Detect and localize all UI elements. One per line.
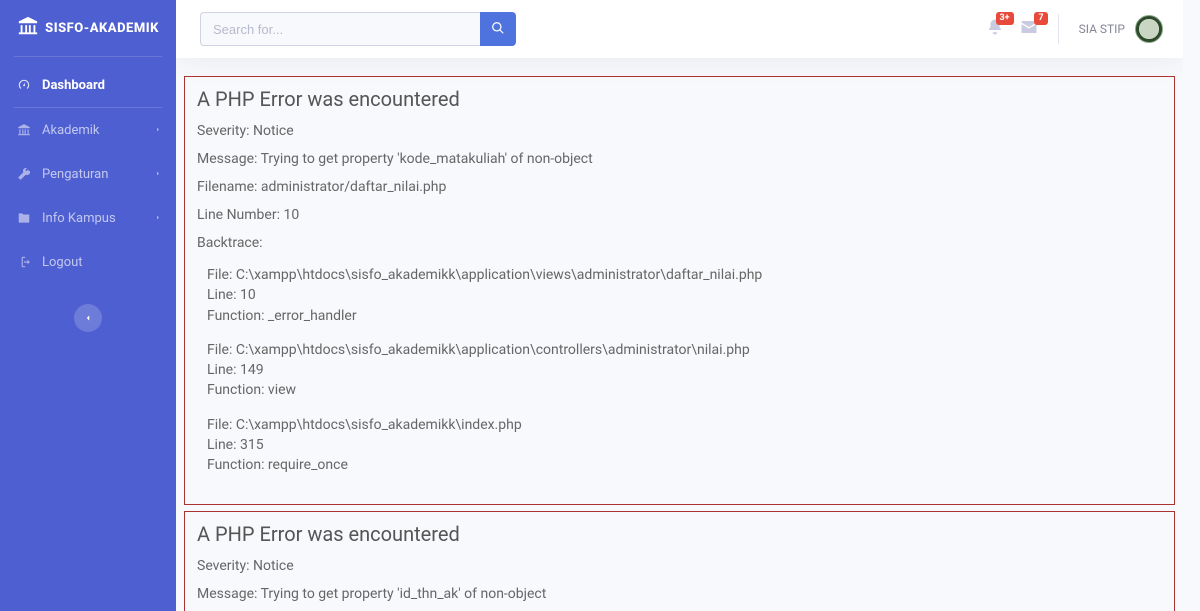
topbar: 3+ 7 SIA STIP (176, 0, 1183, 58)
backtrace-line: Line: 315 (207, 435, 1162, 455)
brand-text: SISFO-AKADEMIK (45, 21, 159, 36)
gauge-icon (16, 77, 32, 93)
sidebar-item-label: Akademik (42, 123, 100, 138)
chevron-right-icon (154, 123, 162, 138)
backtrace-func: Function: require_once (207, 455, 1162, 475)
bell-icon (986, 24, 1004, 40)
messages-button[interactable]: 7 (1020, 18, 1038, 40)
brand[interactable]: SISFO-AKADEMIK (0, 0, 176, 56)
backtrace-func: Function: view (207, 380, 1162, 400)
username: SIA STIP (1079, 22, 1125, 36)
backtrace-line: Line: 149 (207, 360, 1162, 380)
content: A PHP Error was encountered Severity: Not… (176, 58, 1183, 611)
sidebar-toggle-button[interactable] (74, 304, 102, 332)
chevron-right-icon (154, 211, 162, 226)
error-line: Line Number: 10 (197, 207, 1162, 223)
search-form (200, 12, 516, 46)
alerts-badge: 3+ (996, 12, 1014, 25)
alerts-button[interactable]: 3+ (986, 18, 1004, 40)
error-severity: Severity: Notice (197, 123, 1162, 139)
messages-badge: 7 (1034, 12, 1047, 25)
divider (1058, 14, 1059, 44)
envelope-icon (1020, 24, 1038, 40)
error-message: Message: Trying to get property 'id_thn_… (197, 586, 1162, 602)
php-error-box: A PHP Error was encountered Severity: Not… (184, 76, 1175, 505)
logout-icon (16, 254, 32, 270)
error-title: A PHP Error was encountered (197, 87, 1162, 111)
topbar-right: 3+ 7 SIA STIP (986, 14, 1163, 44)
search-input[interactable] (200, 12, 480, 46)
university-icon (16, 122, 32, 138)
backtrace-entry: File: C:\xampp\htdocs\sisfo_akademikk\ap… (197, 340, 1162, 401)
error-severity: Severity: Notice (197, 558, 1162, 574)
sidebar-item-label: Logout (42, 255, 83, 270)
error-message: Message: Trying to get property 'kode_ma… (197, 151, 1162, 167)
chevron-right-icon (154, 167, 162, 182)
sidebar-item-label: Info Kampus (42, 211, 116, 226)
backtrace-file: File: C:\xampp\htdocs\sisfo_akademikk\in… (207, 415, 1162, 435)
php-error-box: A PHP Error was encountered Severity: Not… (184, 511, 1175, 611)
backtrace-func: Function: _error_handler (207, 306, 1162, 326)
sidebar-item-pengaturan[interactable]: Pengaturan (0, 152, 176, 196)
sidebar-nav: Dashboard Akademik Pengaturan Info Kampus Lo… (0, 57, 176, 284)
university-icon (17, 15, 39, 41)
error-filename: Filename: administrator/daftar_nilai.php (197, 179, 1162, 195)
sidebar: SISFO-AKADEMIK Dashboard Akademik Pengatur… (0, 0, 176, 611)
backtrace-label: Backtrace: (197, 235, 1162, 251)
sidebar-item-label: Dashboard (42, 78, 105, 93)
error-title: A PHP Error was encountered (197, 522, 1162, 546)
search-button[interactable] (480, 12, 516, 46)
backtrace-line: Line: 10 (207, 285, 1162, 305)
backtrace-entry: File: C:\xampp\htdocs\sisfo_akademikk\ap… (197, 265, 1162, 326)
main: 3+ 7 SIA STIP A PHP Error was encountere… (176, 0, 1183, 611)
search-icon (491, 21, 505, 38)
wrench-icon (16, 166, 32, 182)
backtrace-file: File: C:\xampp\htdocs\sisfo_akademikk\ap… (207, 340, 1162, 360)
user-menu[interactable]: SIA STIP (1079, 15, 1163, 43)
backtrace-entry: File: C:\xampp\htdocs\sisfo_akademikk\in… (197, 415, 1162, 476)
sidebar-item-info-kampus[interactable]: Info Kampus (0, 196, 176, 240)
sidebar-item-dashboard[interactable]: Dashboard (0, 63, 176, 107)
folder-icon (16, 210, 32, 226)
sidebar-item-label: Pengaturan (42, 167, 108, 182)
backtrace-file: File: C:\xampp\htdocs\sisfo_akademikk\ap… (207, 265, 1162, 285)
sidebar-item-logout[interactable]: Logout (0, 240, 176, 284)
avatar (1135, 15, 1163, 43)
sidebar-item-akademik[interactable]: Akademik (0, 108, 176, 152)
